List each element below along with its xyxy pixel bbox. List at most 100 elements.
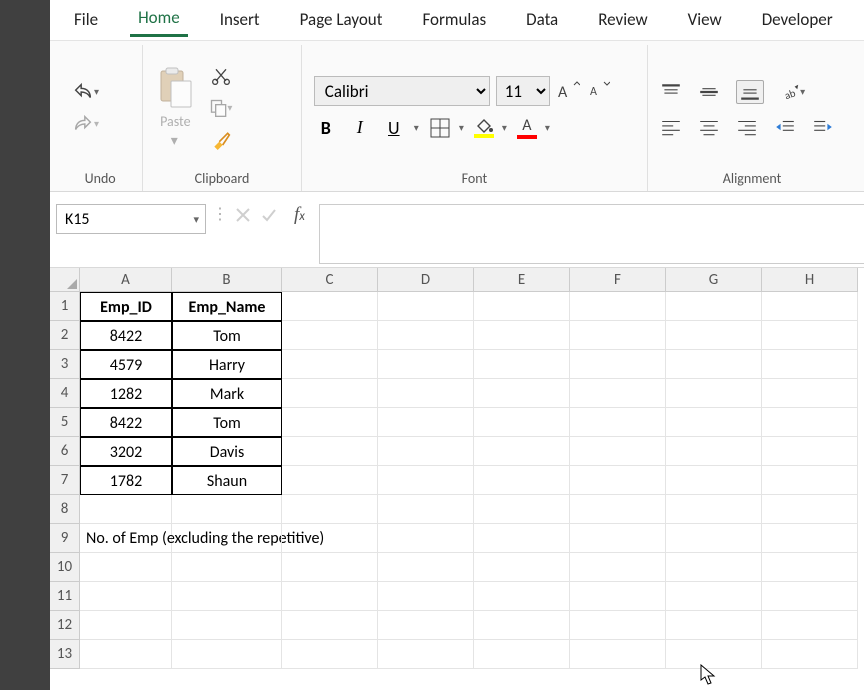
cell[interactable]: No. of Emp (excluding the repetitive)	[80, 524, 172, 553]
row-header[interactable]: 13	[50, 640, 80, 669]
cell[interactable]	[570, 582, 666, 611]
cell[interactable]	[172, 553, 282, 582]
italic-button[interactable]: I	[348, 117, 372, 138]
cell[interactable]	[378, 611, 474, 640]
cell[interactable]	[570, 524, 666, 553]
cell[interactable]	[282, 495, 378, 524]
cell[interactable]	[762, 408, 858, 437]
cell[interactable]	[80, 640, 172, 669]
cell[interactable]	[378, 408, 474, 437]
cell[interactable]	[762, 640, 858, 669]
cell[interactable]	[762, 466, 858, 495]
row-header[interactable]: 5	[50, 408, 80, 437]
decrease-font-button[interactable]: A	[586, 79, 610, 103]
column-header[interactable]: H	[762, 268, 858, 292]
cell[interactable]	[172, 611, 282, 640]
cell[interactable]	[762, 582, 858, 611]
row-header[interactable]: 9	[50, 524, 80, 553]
cell[interactable]	[282, 379, 378, 408]
cell[interactable]	[378, 437, 474, 466]
cell[interactable]	[378, 379, 474, 408]
bold-button[interactable]: B	[314, 117, 338, 139]
cell[interactable]	[570, 292, 666, 321]
cell[interactable]	[474, 553, 570, 582]
cell[interactable]: 8422	[80, 408, 172, 437]
cell[interactable]	[666, 408, 762, 437]
cell[interactable]	[666, 437, 762, 466]
cell[interactable]	[474, 611, 570, 640]
column-header[interactable]: F	[570, 268, 666, 292]
undo-button[interactable]: ▾	[70, 81, 99, 103]
row-header[interactable]: 10	[50, 553, 80, 582]
cell[interactable]	[666, 582, 762, 611]
align-right-button[interactable]	[736, 118, 758, 136]
cancel-formula-button[interactable]	[234, 206, 252, 224]
cell[interactable]	[474, 350, 570, 379]
cell[interactable]	[570, 408, 666, 437]
cell[interactable]	[474, 292, 570, 321]
font-color-button[interactable]: A	[517, 116, 537, 139]
menu-formulas[interactable]: Formulas	[414, 5, 494, 36]
formula-input[interactable]	[319, 204, 864, 264]
cell[interactable]	[762, 524, 858, 553]
decrease-indent-button[interactable]	[774, 118, 796, 136]
cell[interactable]	[282, 640, 378, 669]
cell[interactable]	[570, 611, 666, 640]
cell[interactable]	[378, 292, 474, 321]
cell[interactable]: Tom	[172, 408, 282, 437]
cell[interactable]: Emp_ID	[80, 292, 172, 321]
cell[interactable]	[282, 408, 378, 437]
paste-button[interactable]: Paste ▾	[155, 67, 195, 149]
cell[interactable]	[378, 640, 474, 669]
increase-font-button[interactable]: A	[556, 79, 580, 103]
cell[interactable]	[282, 350, 378, 379]
copy-button[interactable]: ▾	[209, 98, 232, 118]
cell[interactable]: Emp_Name	[172, 292, 282, 321]
column-header[interactable]: E	[474, 268, 570, 292]
cell[interactable]	[762, 321, 858, 350]
cell[interactable]	[762, 553, 858, 582]
underline-button[interactable]: U	[382, 117, 406, 139]
menu-review[interactable]: Review	[590, 5, 655, 36]
align-bottom-button[interactable]	[736, 80, 764, 104]
cell[interactable]	[762, 292, 858, 321]
borders-button[interactable]	[429, 117, 451, 139]
column-header[interactable]: B	[172, 268, 282, 292]
align-left-button[interactable]	[660, 118, 682, 136]
cell[interactable]	[474, 524, 570, 553]
row-header[interactable]: 8	[50, 495, 80, 524]
cell[interactable]	[282, 524, 378, 553]
cell[interactable]	[570, 466, 666, 495]
cell[interactable]	[172, 524, 282, 553]
chevron-down-icon[interactable]: ▾	[193, 213, 199, 226]
cell[interactable]	[666, 640, 762, 669]
cell[interactable]	[666, 553, 762, 582]
cell[interactable]: 8422	[80, 321, 172, 350]
cell[interactable]	[666, 292, 762, 321]
font-name-select[interactable]: Calibri	[314, 76, 490, 106]
cell[interactable]	[762, 350, 858, 379]
cell[interactable]	[80, 611, 172, 640]
cut-button[interactable]	[209, 66, 232, 86]
cell[interactable]	[762, 379, 858, 408]
row-header[interactable]: 3	[50, 350, 80, 379]
column-header[interactable]: C	[282, 268, 378, 292]
row-header[interactable]: 1	[50, 292, 80, 321]
cell[interactable]	[762, 437, 858, 466]
row-header[interactable]: 2	[50, 321, 80, 350]
cell[interactable]	[172, 495, 282, 524]
cell[interactable]	[570, 640, 666, 669]
cell[interactable]	[474, 582, 570, 611]
align-center-button[interactable]	[698, 118, 720, 136]
cell[interactable]: 3202	[80, 437, 172, 466]
cell[interactable]	[474, 640, 570, 669]
cell[interactable]: Shaun	[172, 466, 282, 495]
cell[interactable]	[666, 495, 762, 524]
menu-file[interactable]: File	[66, 5, 106, 36]
cell[interactable]	[666, 466, 762, 495]
row-header[interactable]: 11	[50, 582, 80, 611]
orientation-button[interactable]: ab▾	[780, 83, 805, 101]
name-box[interactable]: K15 ▾	[56, 204, 206, 234]
cell[interactable]	[666, 379, 762, 408]
column-header[interactable]: G	[666, 268, 762, 292]
